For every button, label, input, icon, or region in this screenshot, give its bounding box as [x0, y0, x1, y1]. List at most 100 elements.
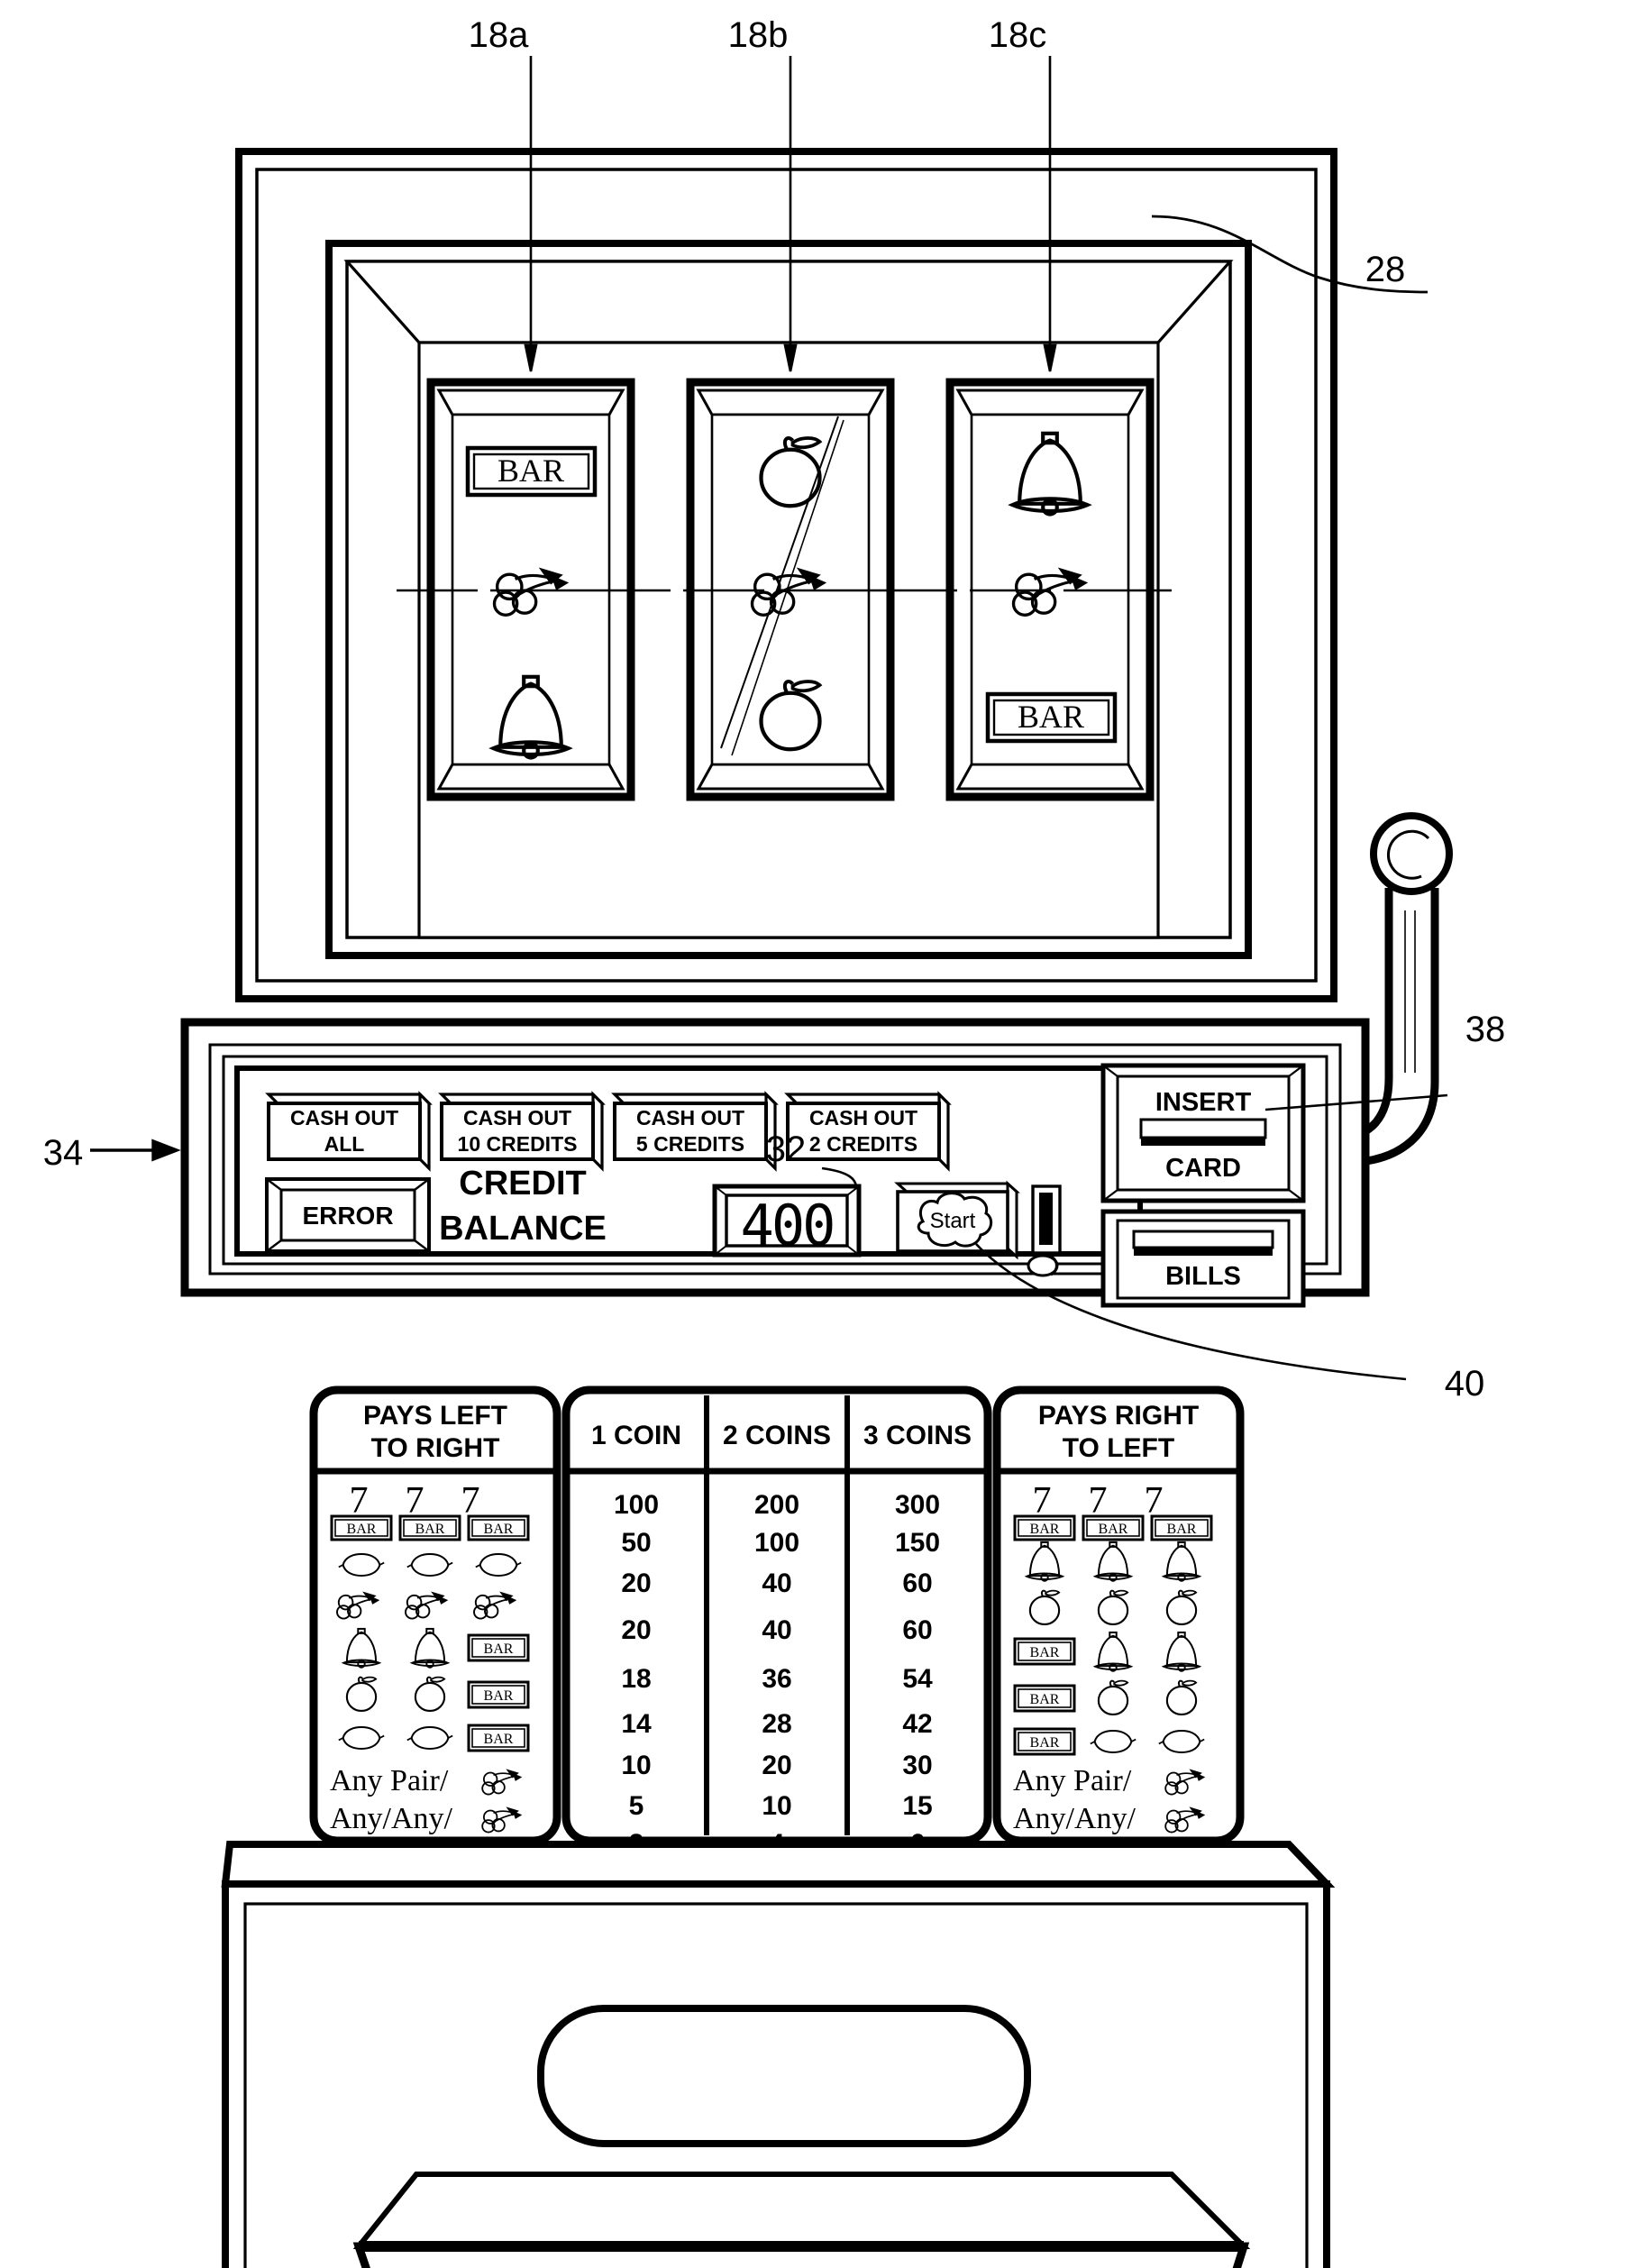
patent-figure-slot-machine: BAR BAR CASH OUT ALL CASH OUT 10 CREDITS… — [0, 0, 1634, 2268]
bar-glyph: BAR — [1030, 1735, 1060, 1751]
bar-glyph: BAR — [484, 1642, 514, 1657]
coin-header-2: 2 COINS — [723, 1421, 831, 1450]
any-pair-label: Any Pair/ — [330, 1764, 449, 1797]
lead-line-34 — [90, 1139, 181, 1162]
bar-glyph: BAR — [484, 1688, 514, 1704]
payout-cell: 14 — [621, 1709, 652, 1739]
cash-out-10-label-1: CASH OUT — [463, 1106, 571, 1129]
ref-18a: 18a — [469, 15, 529, 55]
cash-out-all-label-2: ALL — [324, 1132, 365, 1156]
payout-cell: 20 — [621, 1615, 651, 1645]
reel-assembly: BAR BAR — [397, 378, 1172, 801]
cash-out-2-label-2: 2 CREDITS — [809, 1132, 917, 1156]
ref-32: 32 — [766, 1129, 807, 1169]
payout-cell: 150 — [895, 1528, 940, 1558]
coin-header-1: 1 COIN — [591, 1421, 681, 1450]
payout-cell: 20 — [762, 1751, 791, 1780]
credit-display-value: 400 — [741, 1193, 834, 1258]
bar-glyph: BAR — [415, 1522, 445, 1537]
coin-tray — [352, 2172, 1251, 2268]
reel-18c-symbol-bottom: BAR — [985, 691, 1118, 744]
ref-28: 28 — [1365, 250, 1406, 289]
payout-cell: 50 — [621, 1528, 651, 1558]
paytable-left-row-2: BAR BAR BAR — [330, 1514, 530, 1541]
error-button[interactable]: ERROR — [265, 1177, 431, 1253]
start-button-label: Start — [930, 1209, 976, 1233]
bar-glyph: BAR — [1030, 1522, 1060, 1537]
bar-glyph: BAR — [1099, 1522, 1128, 1537]
payout-cell: 18 — [621, 1664, 651, 1694]
credit-label-line2: BALANCE — [439, 1210, 607, 1248]
payout-cell: 10 — [621, 1751, 651, 1780]
cash-out-all-label-1: CASH OUT — [290, 1106, 398, 1129]
payout-cell: 100 — [754, 1528, 799, 1558]
ref-18c: 18c — [989, 15, 1047, 55]
payout-cell: 15 — [902, 1791, 932, 1821]
cash-out-5-label-2: 5 CREDITS — [636, 1132, 744, 1156]
payout-cell: 42 — [902, 1709, 932, 1739]
payout-cell: 30 — [902, 1751, 932, 1780]
paytable-left: PAYS LEFT TO RIGHT 7 7 7 BAR BAR BAR BAR… — [309, 1385, 561, 1845]
bill-acceptor-label: BILLS — [1165, 1262, 1241, 1291]
coin-slot[interactable] — [1027, 1184, 1062, 1277]
payout-cell: 40 — [762, 1568, 791, 1598]
reel-18a-bar-text: BAR — [498, 453, 564, 489]
bar-glyph: BAR — [347, 1522, 377, 1537]
cash-out-5-label-1: CASH OUT — [636, 1106, 744, 1129]
any-any-label: Any/Any/ — [1013, 1802, 1136, 1835]
bar-glyph: BAR — [1030, 1645, 1060, 1660]
ref-34: 34 — [43, 1133, 84, 1173]
credit-balance-display: 400 — [712, 1184, 862, 1258]
cash-out-10-credits-button[interactable]: CASH OUT 10 CREDITS — [438, 1091, 606, 1172]
paytable-left-header-2: TO RIGHT — [371, 1433, 500, 1463]
cash-out-2-label-1: CASH OUT — [809, 1106, 917, 1129]
bar-glyph: BAR — [1030, 1692, 1060, 1707]
payout-cell: 100 — [614, 1490, 659, 1520]
cash-out-5-credits-button[interactable]: CASH OUT 5 CREDITS — [611, 1091, 779, 1172]
bill-slot-icon — [1132, 1230, 1274, 1256]
payout-cell: 60 — [902, 1568, 932, 1598]
bar-glyph: BAR — [484, 1732, 514, 1747]
paytable-left-header-1: PAYS LEFT — [363, 1401, 507, 1431]
bar-glyph: BAR — [484, 1522, 514, 1537]
coin-icon — [1027, 1254, 1059, 1277]
reel-18c-bar-text: BAR — [1018, 699, 1084, 735]
any-any-label: Any/Any/ — [330, 1802, 453, 1835]
card-reader-label-insert: INSERT — [1155, 1088, 1252, 1117]
cash-out-all-button[interactable]: CASH OUT ALL — [265, 1091, 433, 1172]
bar-glyph: BAR — [1167, 1522, 1197, 1537]
payout-cell: 200 — [754, 1490, 799, 1520]
payout-cell: 300 — [895, 1490, 940, 1520]
start-button[interactable]: Start — [894, 1180, 1020, 1260]
payout-cell: 60 — [902, 1615, 932, 1645]
ref-38: 38 — [1465, 1010, 1506, 1049]
paytable: PAYS LEFT TO RIGHT 7 7 7 BAR BAR BAR BAR… — [309, 1385, 1245, 1859]
slot-machine-drawing: BAR BAR CASH OUT ALL CASH OUT 10 CREDITS… — [43, 15, 1506, 2268]
card-reader-label-card: CARD — [1165, 1154, 1241, 1183]
any-pair-label: Any Pair/ — [1013, 1764, 1132, 1797]
payout-cell: 40 — [762, 1615, 791, 1645]
credit-label-line1: CREDIT — [459, 1165, 586, 1203]
reel-18a-symbol-top: BAR — [465, 445, 598, 498]
payout-door-handle[interactable] — [537, 2005, 1031, 2147]
paytable-right-header-1: PAYS RIGHT — [1038, 1401, 1199, 1431]
payout-cell: 10 — [762, 1791, 791, 1821]
ref-18b: 18b — [728, 15, 789, 55]
payout-cell: 5 — [629, 1791, 644, 1821]
cabinet-lower — [221, 1841, 1336, 2268]
cash-out-2-credits-button[interactable]: CASH OUT 2 CREDITS — [784, 1091, 952, 1172]
paytable-right-header-2: TO LEFT — [1063, 1433, 1174, 1463]
cash-out-10-label-2: 10 CREDITS — [458, 1132, 578, 1156]
control-panel: CASH OUT ALL CASH OUT 10 CREDITS CASH OU… — [90, 1018, 1448, 1381]
ref-40: 40 — [1445, 1364, 1485, 1404]
coin-header-3: 3 COINS — [863, 1421, 972, 1450]
payout-cell: 36 — [762, 1664, 791, 1694]
card-reader[interactable]: INSERT CARD — [1100, 1063, 1306, 1203]
error-button-label: ERROR — [302, 1202, 393, 1230]
paytable-right: PAYS RIGHT TO LEFT 7 7 7 BAR BAR BAR BAR… — [992, 1385, 1245, 1845]
paytable-right-row-2: BAR BAR BAR — [1013, 1514, 1213, 1541]
paytable-center: 1 COIN 2 COINS 3 COINS 100 50 20 20 18 1… — [561, 1385, 992, 1859]
bill-acceptor[interactable]: BILLS — [1100, 1209, 1306, 1308]
payout-cell: 20 — [621, 1568, 651, 1598]
card-slot-icon — [1139, 1118, 1267, 1146]
